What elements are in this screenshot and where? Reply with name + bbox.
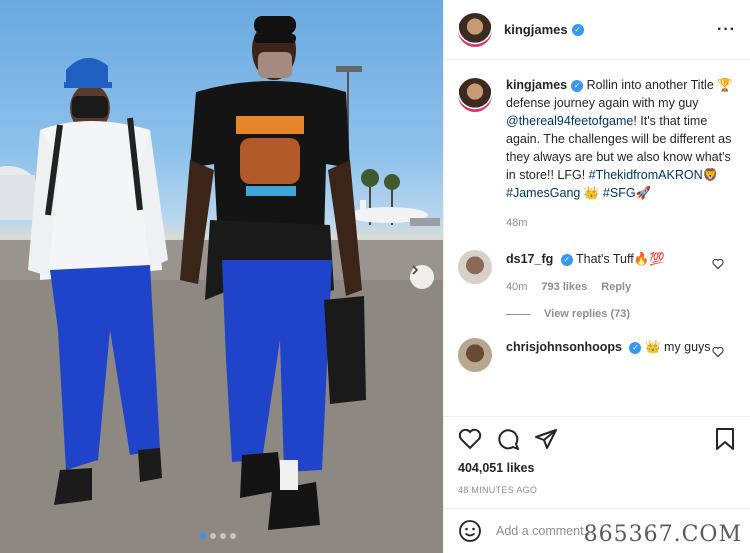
hashtag-link[interactable]: #JamesGang (506, 186, 580, 200)
mention-link[interactable]: @thereal94feetofgame (506, 114, 633, 128)
verified-badge-icon: ✓ (571, 79, 584, 92)
emoji: 👑 (583, 186, 600, 200)
post-timestamp: 48 MINUTES AGO (458, 485, 538, 495)
avatar[interactable] (458, 338, 492, 372)
comment-username[interactable]: chrisjohnsonhoops (506, 340, 622, 354)
comment-bubble-icon[interactable] (496, 427, 520, 451)
post-actions: 404,051 likes 48 MINUTES AGO (444, 416, 750, 508)
avatar[interactable] (458, 12, 492, 47)
carousel-dot (210, 533, 216, 539)
like-heart-icon[interactable] (712, 258, 724, 270)
post-header: kingjames ✓ ··· (444, 0, 750, 60)
hashtag-link[interactable]: #SFG (603, 186, 636, 200)
action-icons (458, 427, 736, 451)
emoji-smiley-icon[interactable] (458, 519, 482, 543)
caption-body: kingjames ✓ Rollin into another Title 🏆de… (506, 76, 736, 232)
caption-username[interactable]: kingjames (506, 78, 567, 92)
photo-scene (0, 16, 443, 553)
comment-text: 👑 my guys (644, 340, 711, 354)
view-replies-button[interactable]: View replies (73) (506, 308, 736, 320)
carousel-dots (200, 533, 236, 539)
view-replies-label: View replies (73) (544, 308, 631, 320)
verified-badge-icon: ✓ (629, 341, 642, 354)
divider (506, 313, 530, 315)
avatar[interactable] (458, 250, 492, 284)
caption: kingjames ✓ Rollin into another Title 🏆de… (458, 76, 736, 232)
comment: ds17_fg ✓ That's Tuff🔥💯 40m 793 likes Re… (458, 250, 736, 296)
reply-button[interactable]: Reply (601, 278, 631, 296)
comment-username[interactable]: ds17_fg (506, 252, 553, 266)
bookmark-save-icon[interactable] (714, 427, 736, 451)
watermark: 865367.COM (583, 522, 742, 547)
emoji: 🚀 (635, 186, 652, 200)
comment-time: 40m (506, 281, 528, 293)
comments-section: kingjames ✓ Rollin into another Title 🏆de… (444, 60, 750, 416)
carousel-next-button[interactable] (410, 265, 434, 289)
share-send-icon[interactable] (534, 427, 558, 451)
caption-time: 48m (506, 217, 528, 229)
carousel-dot (230, 533, 236, 539)
verified-badge-icon: ✓ (560, 253, 573, 266)
more-dots-icon[interactable]: ··· (717, 21, 736, 39)
like-heart-icon[interactable] (458, 427, 482, 451)
chevron-right-icon (412, 265, 419, 275)
verified-badge-icon: ✓ (571, 23, 584, 36)
comment-likes[interactable]: 793 likes (541, 278, 587, 296)
hashtag-link[interactable]: #ThekidfromAKRON (589, 168, 703, 182)
emoji: 🦁 (702, 168, 719, 182)
likes-count[interactable]: 404,051 likes (458, 461, 736, 475)
comment: chrisjohnsonhoops ✓ 👑 my guys (458, 338, 736, 372)
comment-body: chrisjohnsonhoops ✓ 👑 my guys (506, 338, 716, 372)
post-photo[interactable] (0, 0, 443, 553)
comment-body: ds17_fg ✓ That's Tuff🔥💯 40m 793 likes Re… (506, 250, 716, 296)
comment-text: That's Tuff🔥💯 (575, 252, 665, 266)
carousel-dot (200, 533, 206, 539)
carousel-dot (220, 533, 226, 539)
comment-meta: 40m 793 likes Reply (506, 278, 716, 296)
post-username[interactable]: kingjames (504, 22, 568, 37)
like-heart-icon[interactable] (712, 346, 724, 358)
avatar[interactable] (458, 78, 492, 112)
post-side-panel: kingjames ✓ ··· kingjames ✓ Rollin into a… (443, 0, 750, 553)
